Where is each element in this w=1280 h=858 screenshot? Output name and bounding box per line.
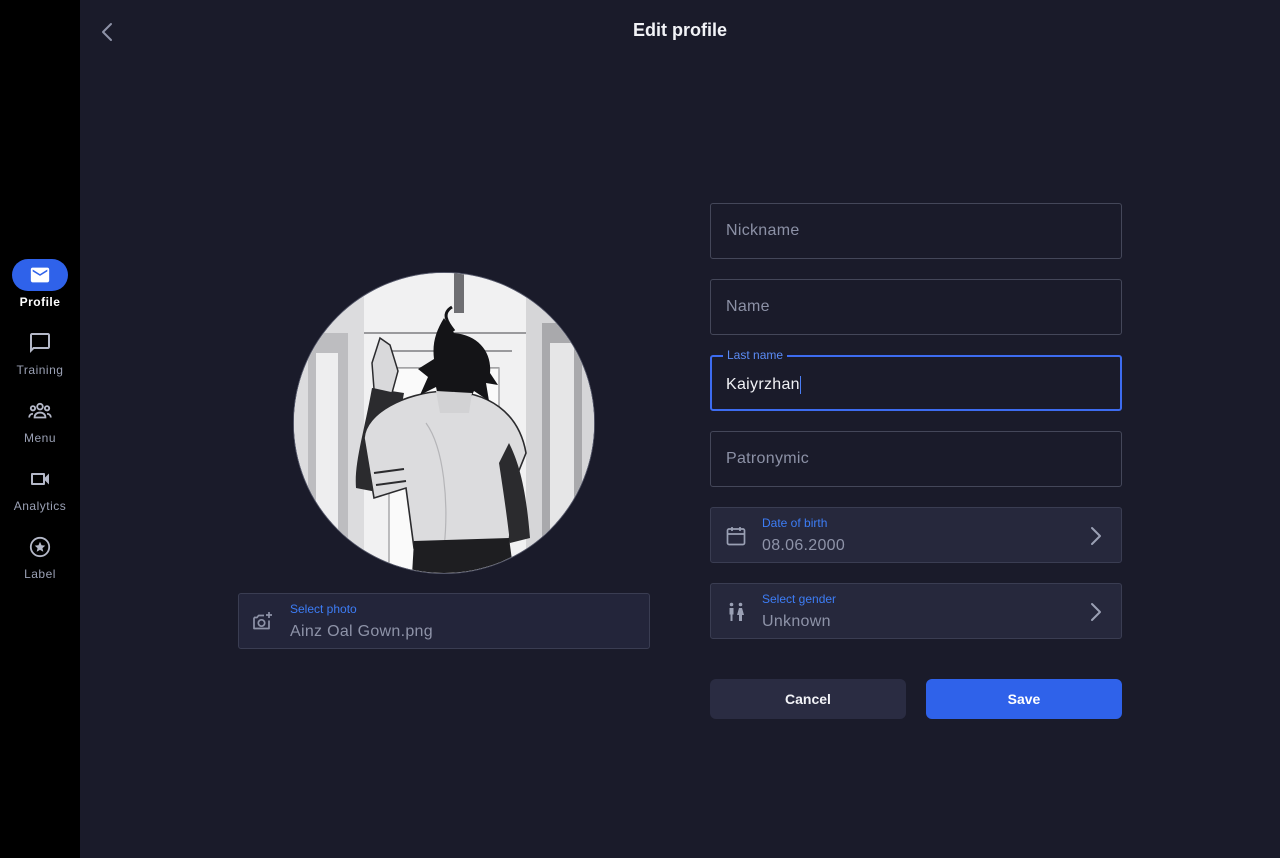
chevron-left-icon <box>102 23 112 41</box>
nav-item-label: Menu <box>23 431 57 445</box>
profile-avatar <box>293 272 595 574</box>
group-icon <box>12 395 68 427</box>
gender-label: Select gender <box>762 592 837 606</box>
chat-bubble-icon <box>12 327 68 359</box>
nav-item-profile[interactable]: Profile <box>0 259 80 309</box>
nav-item-label: Analytics <box>13 499 67 513</box>
navigation-rail: Profile Training Menu Analytics Label <box>0 0 80 858</box>
wc-icon <box>729 602 744 621</box>
selected-photo-filename: Ainz Oal Gown.png <box>290 623 433 640</box>
patronymic-input[interactable] <box>726 432 1106 486</box>
back-button[interactable] <box>92 16 124 48</box>
nav-item-label[interactable]: Label <box>0 531 80 581</box>
nav-item-label: Training <box>16 363 64 377</box>
nav-item-label: Profile <box>19 295 61 309</box>
nickname-input[interactable] <box>726 204 1106 258</box>
gender-value: Unknown <box>762 613 831 630</box>
nav-item-training[interactable]: Training <box>0 327 80 377</box>
last-name-field: Last name <box>710 348 1122 412</box>
patronymic-field <box>710 431 1122 487</box>
nav-item-label: Label <box>24 567 56 581</box>
gender-picker[interactable]: Select gender Unknown <box>710 583 1122 639</box>
videocam-icon <box>12 463 68 495</box>
name-field <box>710 279 1122 335</box>
last-name-input[interactable] <box>726 358 1106 412</box>
chevron-right-icon <box>1091 603 1101 621</box>
select-photo-label: Select photo <box>290 602 357 616</box>
nickname-field <box>710 203 1122 259</box>
nav-item-menu[interactable]: Menu <box>0 395 80 445</box>
text-caret <box>800 376 801 394</box>
chevron-right-icon <box>1091 527 1101 545</box>
mail-icon <box>12 259 68 291</box>
save-button[interactable]: Save <box>926 679 1122 719</box>
cancel-button[interactable]: Cancel <box>710 679 906 719</box>
calendar-icon <box>726 527 746 546</box>
nav-item-analytics[interactable]: Analytics <box>0 463 80 513</box>
star-circle-icon <box>12 531 68 563</box>
page-title: Edit profile <box>633 20 727 40</box>
date-of-birth-value: 08.06.2000 <box>762 537 846 554</box>
date-of-birth-label: Date of birth <box>762 516 828 530</box>
name-input[interactable] <box>726 280 1106 334</box>
date-of-birth-picker[interactable]: Date of birth 08.06.2000 <box>710 507 1122 563</box>
add-photo-icon <box>253 612 272 630</box>
select-photo-field[interactable]: Select photo Ainz Oal Gown.png <box>238 593 650 649</box>
